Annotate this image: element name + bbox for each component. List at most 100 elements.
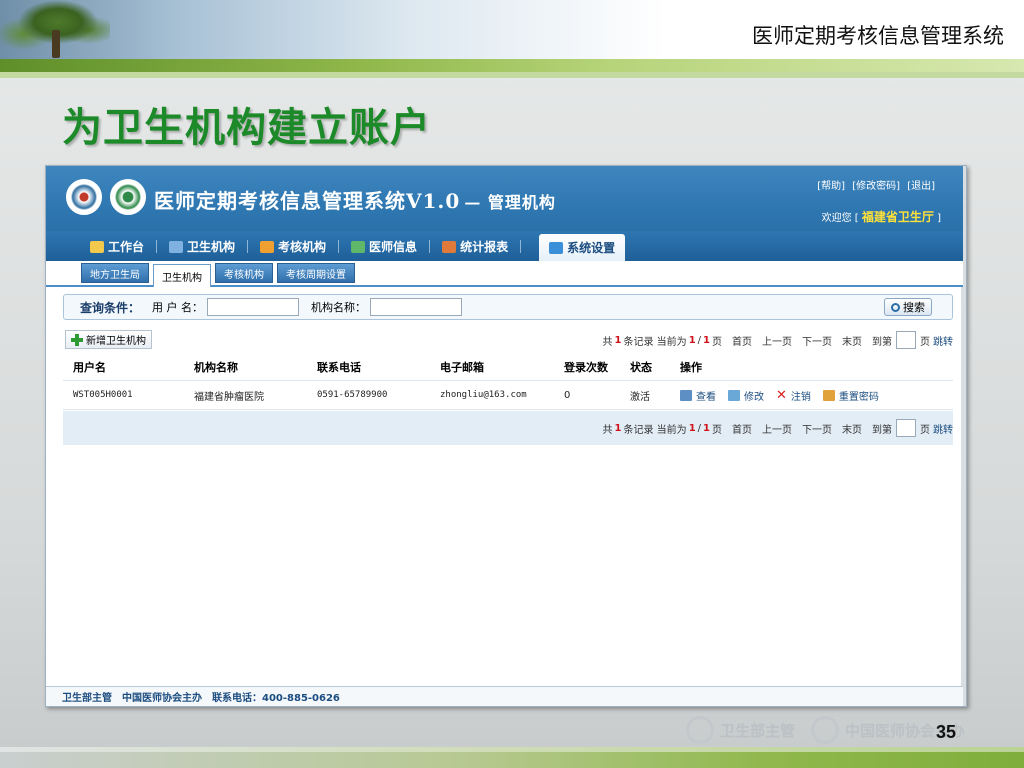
nav-item-reports[interactable]: 统计报表 (434, 236, 516, 258)
col-status: 状态 (630, 361, 652, 374)
edit-button[interactable]: 修改 (728, 388, 764, 403)
top-links: [帮助] [修改密码] [退出] (813, 177, 935, 192)
green-band-light (0, 72, 1024, 78)
pager-pages: 1 (703, 422, 710, 434)
nav-item-assessment-org[interactable]: 考核机构 (252, 236, 334, 258)
app-title: 医师定期考核信息管理系统V1.0— 管理机构 (154, 185, 556, 214)
main-nav: 工作台 卫生机构 考核机构 医师信息 统计报表 系统设置 (46, 232, 963, 261)
pager-total-suffix: 条记录 当前为 (623, 424, 687, 436)
users-icon (351, 240, 366, 253)
pager-page-unit: 页 (920, 424, 930, 436)
col-email: 电子邮箱 (440, 361, 484, 374)
pager-first[interactable]: 首页 (732, 421, 752, 436)
pager-current: 1 (688, 334, 696, 346)
pager-total-suffix: 条记录 当前为 (623, 336, 687, 348)
nav-label: 卫生机构 (187, 240, 236, 254)
nav-item-health-org[interactable]: 卫生机构 (161, 236, 243, 258)
username-input[interactable] (207, 298, 300, 316)
change-password-link[interactable]: [修改密码] (852, 181, 900, 192)
col-org-name: 机构名称 (194, 361, 238, 374)
welcome-prefix: 欢迎您 [ (821, 213, 859, 224)
col-username: 用户名 (73, 361, 106, 374)
pager-goto-label: 到第 (872, 424, 892, 436)
reset-password-button[interactable]: 重置密码 (822, 388, 879, 403)
app-footer: 卫生部主管 中国医师协会主办 联系电话：400-885-0626 (46, 686, 963, 706)
pager-goto-input[interactable] (896, 419, 916, 437)
plus-icon (71, 333, 83, 346)
pager-first[interactable]: 首页 (732, 333, 752, 348)
pager-goto-input[interactable] (896, 331, 916, 349)
pager-top: 共 1 条记录 当前为 1 / 1 页 首页 上一页 下一页 末页 到第 页 跳… (603, 330, 953, 350)
table-footer: 共 1 条记录 当前为 1 / 1 页 首页 上一页 下一页 末页 到第 页 跳… (63, 411, 953, 445)
footer-organizer: 中国医师协会主办 (122, 693, 202, 704)
footer-sponsor: 卫生部主管 (62, 693, 112, 704)
pager-next[interactable]: 下一页 (802, 333, 832, 348)
cancel-account-button[interactable]: ✕ 注销 (776, 388, 811, 403)
search-button[interactable]: 搜索 (884, 298, 932, 316)
tree-trunk (52, 30, 60, 58)
col-phone: 联系电话 (317, 361, 361, 374)
pager-total: 1 (614, 334, 622, 346)
sub-tabs: 地方卫生局 卫生机构 考核机构 考核周期设置 (46, 261, 963, 287)
col-actions: 操作 (680, 361, 702, 374)
col-logins: 登录次数 (564, 361, 608, 374)
folder-icon (90, 240, 104, 253)
org-name-label: 机构名称： (311, 301, 367, 314)
search-conditions-label: 查询条件： (80, 300, 141, 315)
pager-total: 1 (614, 422, 622, 434)
pager-last[interactable]: 末页 (842, 333, 862, 348)
pager-prev[interactable]: 上一页 (762, 421, 792, 436)
list-toolbar: 新增卫生机构 共 1 条记录 当前为 1 / 1 页 首页 上一页 下一页 末页… (63, 330, 953, 352)
tab-health-org[interactable]: 卫生机构 (153, 264, 211, 287)
tab-local-health-bureau[interactable]: 地方卫生局 (81, 263, 149, 283)
search-button-label: 搜索 (903, 301, 925, 314)
nav-label: 统计报表 (460, 240, 509, 254)
add-health-org-button[interactable]: 新增卫生机构 (65, 330, 152, 349)
books-icon (260, 240, 275, 253)
nav-label: 系统设置 (567, 241, 616, 255)
pager-next[interactable]: 下一页 (802, 421, 832, 436)
cell-email: zhongliu@163.com (440, 390, 527, 400)
pager-jump[interactable]: 跳转 (933, 421, 953, 436)
slide-system-title: 医师定期考核信息管理系统 (752, 24, 1004, 48)
cell-username: WST005H0001 (73, 390, 133, 400)
nav-separator (520, 240, 522, 253)
tab-assessment-cycle[interactable]: 考核周期设置 (277, 263, 355, 283)
pager-prev[interactable]: 上一页 (762, 333, 792, 348)
add-button-label: 新增卫生机构 (86, 336, 146, 347)
settings-folder-icon (549, 241, 564, 254)
search-icon (891, 302, 900, 312)
table-header: 用户名 机构名称 联系电话 电子邮箱 登录次数 状态 操作 (63, 354, 953, 380)
org-name-input[interactable] (370, 298, 463, 316)
slide-header-banner: 医师定期考核信息管理系统 (0, 0, 1024, 60)
pager-page-word: 页 (712, 336, 722, 348)
cancel-label: 注销 (790, 391, 811, 403)
nav-item-doctor-info[interactable]: 医师信息 (343, 236, 425, 258)
nav-item-settings[interactable]: 系统设置 (539, 234, 626, 261)
pager-pages: 1 (703, 334, 710, 346)
bottom-logo-text-1: 卫生部主管 (720, 721, 796, 740)
tab-assessment-org[interactable]: 考核机构 (215, 263, 273, 283)
pager-goto-label: 到第 (872, 336, 892, 348)
nav-separator (338, 240, 340, 253)
app-window: 医师定期考核信息管理系统V1.0— 管理机构 [帮助] [修改密码] [退出] … (45, 165, 967, 707)
edit-icon (728, 389, 740, 401)
pager-page-word: 页 (712, 424, 722, 436)
nav-label: 医师信息 (369, 240, 418, 254)
pager-jump[interactable]: 跳转 (933, 333, 953, 348)
view-button[interactable]: 查看 (680, 388, 716, 403)
slide-heading: 为卫生机构建立账户 (62, 105, 431, 151)
nav-item-workbench[interactable]: 工作台 (82, 236, 152, 258)
nav-separator (429, 240, 431, 253)
help-link[interactable]: [帮助] (817, 181, 845, 192)
welcome-text: 欢迎您 [ 福建省卫生厅 ] (822, 208, 941, 225)
welcome-suffix: ] (937, 213, 941, 224)
nav-separator (247, 240, 249, 253)
pager-page-unit: 页 (920, 336, 930, 348)
bottom-band (0, 752, 1024, 768)
association-emblem-icon (110, 179, 146, 215)
key-icon (822, 389, 835, 401)
logout-link[interactable]: [退出] (907, 181, 935, 192)
welcome-org: 福建省卫生厅 (861, 210, 934, 224)
pager-last[interactable]: 末页 (842, 421, 862, 436)
